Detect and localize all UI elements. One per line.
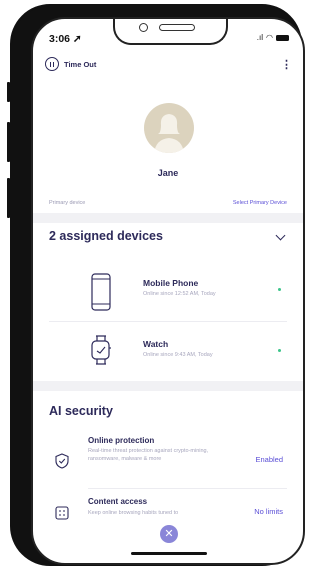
feature-status-no-limits[interactable]: No limits xyxy=(254,507,283,516)
speaker-icon xyxy=(159,24,195,31)
signal-icon: .ıl xyxy=(256,33,264,42)
wifi-icon: ◠ xyxy=(266,33,273,42)
home-indicator xyxy=(131,552,207,555)
notch xyxy=(113,19,228,45)
select-primary-device-link[interactable]: Select Primary Device xyxy=(233,200,287,206)
feature-description: Keep online browsing habits tuned to xyxy=(88,510,179,516)
profile-name: Jane xyxy=(157,168,179,178)
more-vertical-icon[interactable]: ⋮ xyxy=(281,58,292,71)
device-name: Mobile Phone xyxy=(143,278,199,288)
section-divider xyxy=(33,213,303,223)
battery-icon xyxy=(276,34,289,41)
mobile-phone-icon xyxy=(91,273,111,311)
feature-title: Content access xyxy=(88,497,148,506)
pause-icon[interactable] xyxy=(45,57,59,71)
content-filter-icon xyxy=(55,506,69,520)
camera-icon xyxy=(139,23,148,32)
phone-frame: 3:06 ➚ .ıl ◠ Time Out ⋮ Jane Primary dev… xyxy=(10,4,305,566)
section-divider xyxy=(33,381,303,391)
close-icon[interactable]: ✕ xyxy=(160,525,178,543)
phone-screen: 3:06 ➚ .ıl ◠ Time Out ⋮ Jane Primary dev… xyxy=(31,17,305,565)
feature-title: Online protection xyxy=(88,436,155,445)
devices-section-title: 2 assigned devices xyxy=(49,229,163,243)
time-out-label[interactable]: Time Out xyxy=(64,60,96,69)
avatar xyxy=(144,103,194,153)
primary-device-row: Primary device Select Primary Device xyxy=(49,200,287,206)
device-row-watch[interactable]: Watch Online since 9:43 AM, Today xyxy=(33,322,303,379)
status-time: 3:06 ➚ xyxy=(49,33,82,45)
user-avatar-icon xyxy=(154,114,184,153)
top-bar: Time Out ⋮ xyxy=(45,55,292,73)
device-status: Online since 9:43 AM, Today xyxy=(143,352,213,358)
device-name: Watch xyxy=(143,339,169,349)
primary-device-label: Primary device xyxy=(49,200,86,206)
online-indicator xyxy=(278,349,281,352)
status-icons: .ıl ◠ xyxy=(257,33,289,42)
shield-check-icon xyxy=(55,453,69,469)
device-row-mobile[interactable]: Mobile Phone Online since 12:52 AM, Toda… xyxy=(33,264,303,321)
device-status: Online since 12:52 AM, Today xyxy=(143,291,216,297)
online-indicator xyxy=(278,288,281,291)
row-divider xyxy=(88,488,287,489)
ai-security-title: AI security xyxy=(49,404,113,418)
feature-description: Real-time threat protection against cryp… xyxy=(88,448,209,462)
watch-icon xyxy=(91,335,111,365)
feature-status-enabled[interactable]: Enabled xyxy=(255,455,283,464)
chevron-down-icon[interactable] xyxy=(275,230,286,241)
